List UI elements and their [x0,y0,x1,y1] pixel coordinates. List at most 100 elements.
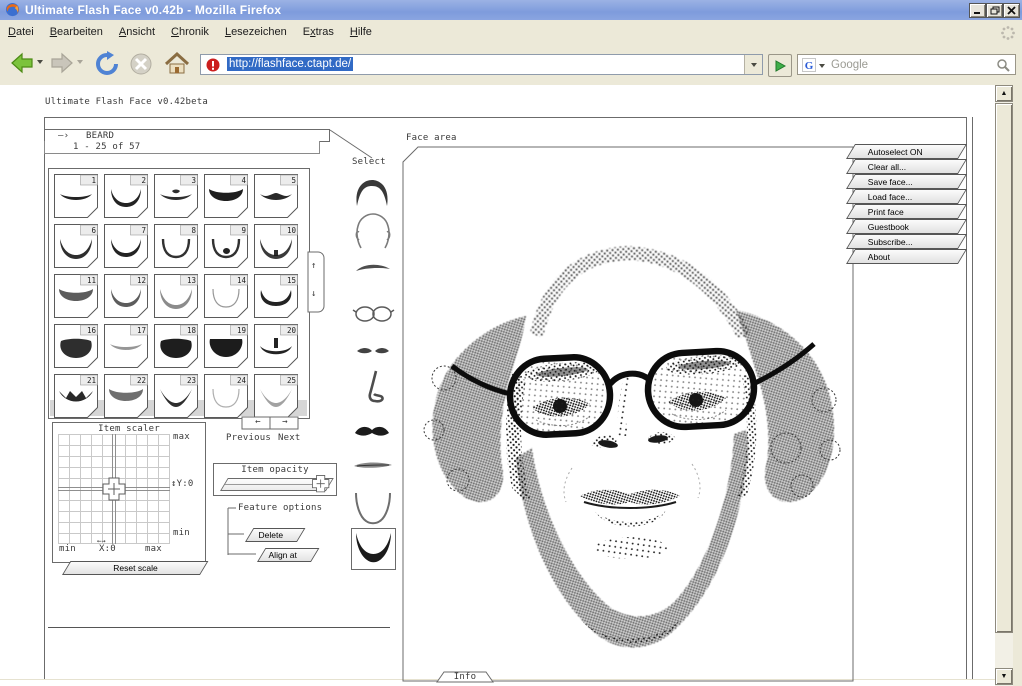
action-button-about[interactable]: About [846,249,967,264]
beard-thumbnail-22[interactable]: 22 [104,374,148,418]
menu-item-datei[interactable]: Datei [0,20,42,43]
menu-item-extras[interactable]: Extras [295,20,342,43]
select-jaw-thumbnail[interactable] [351,491,395,527]
beard-thumbnail-17[interactable]: 17 [104,324,148,368]
menu-item-chronik[interactable]: Chronik [163,20,217,43]
chevron-down-icon [751,63,757,67]
page-title: Ultimate Flash Face v0.42beta [45,97,208,107]
grid-scroll-down[interactable]: ↓ [311,289,317,299]
close-button[interactable] [1003,3,1020,18]
window-right-edge [1013,85,1022,686]
action-button-clear-all[interactable]: Clear all... [846,159,967,174]
scrollbar: ▲ ▼ [995,85,1013,686]
search-engine-dropdown[interactable] [819,64,825,68]
delete-button[interactable]: Delete [245,528,305,542]
beard-thumbnail-8[interactable]: 8 [154,224,198,268]
beard-thumbnail-1[interactable]: 1 [54,174,98,218]
app-frame [44,117,966,118]
select-nose-thumbnail[interactable] [358,369,392,405]
beard-thumbnail-23[interactable]: 23 [154,374,198,418]
beard-thumbnail-21[interactable]: 21 [54,374,98,418]
firefox-logo-icon [5,2,20,17]
beard-thumbnail-6[interactable]: 6 [54,224,98,268]
composite-face [404,148,853,680]
select-beard-thumbnail[interactable] [352,529,395,569]
beard-thumbnail-24[interactable]: 24 [204,374,248,418]
scroll-thumb[interactable] [995,103,1013,633]
go-arrow-icon [774,60,786,72]
beard-thumbnail-16[interactable]: 16 [54,324,98,368]
svg-text:G: G [805,60,814,72]
scaler-handle[interactable] [103,478,125,500]
beard-thumbnail-2[interactable]: 2 [104,174,148,218]
back-dropdown[interactable] [37,60,43,64]
beard-thumbnail-10[interactable]: 10 [254,224,298,268]
scaler-grid[interactable] [58,434,170,544]
forward-dropdown[interactable] [77,60,83,64]
search-input[interactable] [829,56,983,74]
select-eyebrows-thumbnail[interactable] [352,261,394,275]
svg-text:12: 12 [137,276,146,285]
select-head-thumbnail[interactable] [351,212,395,250]
select-hair-thumbnail[interactable] [350,177,394,209]
feature-options-title: Feature options [238,503,322,513]
svg-text:17: 17 [137,326,146,335]
select-eyes-thumbnail[interactable] [353,344,393,358]
search-box[interactable]: G [797,54,1016,75]
reset-scale-button[interactable]: Reset scale [62,561,208,575]
stop-button[interactable] [128,51,154,77]
beard-thumbnail-20[interactable]: 20 [254,324,298,368]
beard-thumbnail-4[interactable]: 4 [204,174,248,218]
beard-thumbnail-13[interactable]: 13 [154,274,198,318]
scroll-down-button[interactable]: ▼ [995,668,1013,685]
menu-bar: DateiBearbeitenAnsichtChronikLesezeichen… [0,20,1022,47]
back-button[interactable] [10,51,34,75]
search-icon[interactable] [996,58,1010,72]
action-button-save-face[interactable]: Save face... [846,174,967,189]
url-bar[interactable]: http://flashface.ctapt.de/ [200,54,763,75]
beard-thumbnail-11[interactable]: 11 [54,274,98,318]
opacity-handle[interactable] [310,473,332,495]
menu-item-bearbeiten[interactable]: Bearbeiten [42,20,111,43]
select-mustache-thumbnail[interactable] [351,422,395,440]
menu-item-ansicht[interactable]: Ansicht [111,20,163,43]
beard-thumbnail-3[interactable]: 3 [154,174,198,218]
beard-thumbnail-5[interactable]: 5 [254,174,298,218]
forward-button[interactable] [50,51,74,75]
svg-text:19: 19 [237,326,246,335]
beard-thumbnail-12[interactable]: 12 [104,274,148,318]
category-range: 1 - 25 of 57 [73,142,140,152]
select-mouth-thumbnail[interactable] [351,459,395,473]
menu-item-hilfe[interactable]: Hilfe [342,20,380,43]
action-button-guestbook[interactable]: Guestbook [846,219,967,234]
go-button[interactable] [768,54,792,77]
select-glasses-thumbnail[interactable] [351,303,395,325]
home-icon [166,54,188,64]
action-button-autoselect-on[interactable]: Autoselect ON [846,144,967,159]
browser-window: Ultimate Flash Face v0.42b - Mozilla Fir… [0,0,1022,686]
beard-thumbnail-19[interactable]: 19 [204,324,248,368]
beard-thumbnail-25[interactable]: 25 [254,374,298,418]
beard-thumbnail-9[interactable]: 9 [204,224,248,268]
restore-button[interactable] [986,3,1003,18]
url-dropdown-button[interactable] [744,55,762,74]
scroll-up-button[interactable]: ▲ [995,85,1013,102]
previous-arrow-button[interactable]: ← [245,417,271,427]
previous-label: Previous [226,433,271,443]
beard-thumbnail-7[interactable]: 7 [104,224,148,268]
action-button-print-face[interactable]: Print face [846,204,967,219]
minimize-button[interactable] [969,3,986,18]
beard-thumbnail-14[interactable]: 14 [204,274,248,318]
menu-item-lesezeichen[interactable]: Lesezeichen [217,20,295,43]
action-button-subscribe[interactable]: Subscribe... [846,234,967,249]
action-button-load-face[interactable]: Load face... [846,189,967,204]
beard-thumbnail-15[interactable]: 15 [254,274,298,318]
category-range-bar: 1 - 25 of 57 [44,141,320,154]
grid-scroll-up[interactable]: ↑ [311,261,317,271]
next-arrow-button[interactable]: → [272,417,298,427]
home-button[interactable] [164,51,190,77]
svg-text:21: 21 [87,376,96,385]
reload-button[interactable] [94,51,120,77]
align-at-button[interactable]: Align at [257,548,319,562]
beard-thumbnail-18[interactable]: 18 [154,324,198,368]
